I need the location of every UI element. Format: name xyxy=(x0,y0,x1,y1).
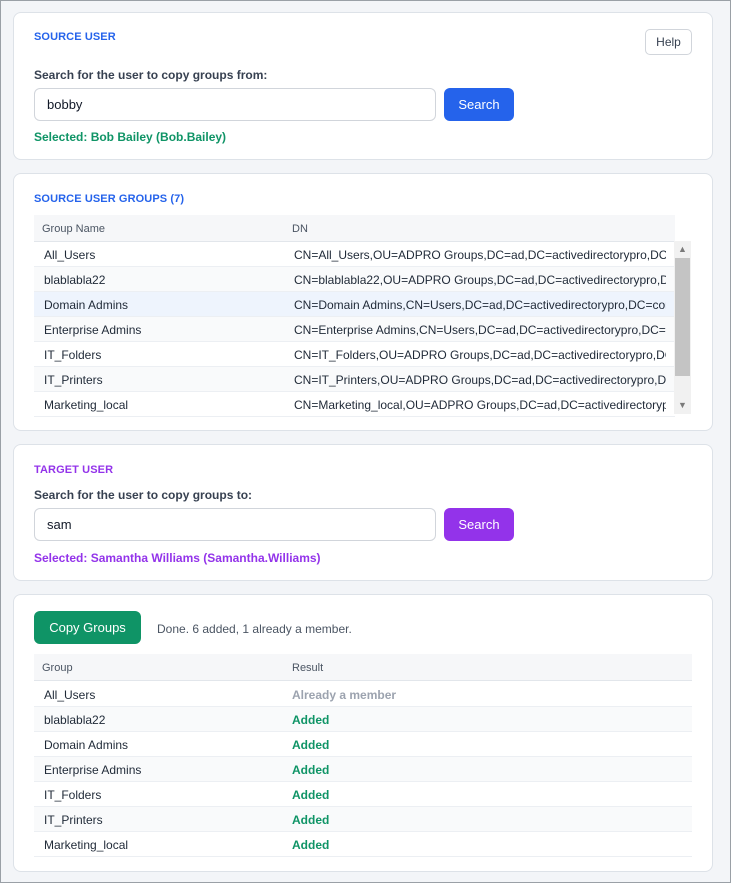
chevron-up-icon[interactable]: ▲ xyxy=(674,241,691,258)
status-added: Added xyxy=(292,763,330,777)
table-row: IT_Folders Added xyxy=(34,782,692,807)
table-row[interactable]: IT_Folders CN=IT_Folders,OU=ADPRO Groups,… xyxy=(34,342,675,367)
target-user-card: TARGET USER Search for the user to copy … xyxy=(13,444,713,581)
status-added: Added xyxy=(292,713,330,727)
copy-status-text: Done. 6 added, 1 already a member. xyxy=(157,622,352,636)
group-dn-cell: CN=All_Users,OU=ADPRO Groups,DC=ad,DC=ac… xyxy=(294,248,666,262)
source-user-title: SOURCE USER xyxy=(34,31,116,43)
group-dn-cell: CN=IT_Printers,OU=ADPRO Groups,DC=ad,DC=… xyxy=(294,373,666,387)
table-row: IT_Printers Added xyxy=(34,807,692,832)
result-group-cell: blablabla22 xyxy=(44,713,106,727)
target-search-label: Search for the user to copy groups to: xyxy=(34,488,253,502)
results-col-group: Group xyxy=(42,662,73,674)
group-dn-cell: CN=Domain Admins,CN=Users,DC=ad,DC=activ… xyxy=(294,298,666,312)
table-row: Enterprise Admins Added xyxy=(34,757,692,782)
group-dn-cell: CN=Enterprise Admins,CN=Users,DC=ad,DC=a… xyxy=(294,323,666,337)
table-row[interactable]: IT_Printers CN=IT_Printers,OU=ADPRO Group… xyxy=(34,367,675,392)
table-row[interactable]: All_Users CN=All_Users,OU=ADPRO Groups,DC… xyxy=(34,242,675,267)
result-group-cell: Enterprise Admins xyxy=(44,763,142,777)
source-selected-user: Selected: Bob Bailey (Bob.Bailey) xyxy=(34,130,227,144)
target-user-title: TARGET USER xyxy=(34,464,114,476)
table-row: blablabla22 Added xyxy=(34,707,692,732)
result-group-cell: Marketing_local xyxy=(44,838,129,852)
source-search-input[interactable]: bobby xyxy=(34,88,436,121)
group-dn-cell: CN=Marketing_local,OU=ADPRO Groups,DC=ad… xyxy=(294,398,666,412)
groups-scrollbar[interactable]: ▲ ▼ xyxy=(674,241,691,414)
source-search-label: Search for the user to copy groups from: xyxy=(34,68,268,82)
chevron-down-icon[interactable]: ▼ xyxy=(674,397,691,414)
table-row[interactable]: Marketing_local CN=Marketing_local,OU=ADP… xyxy=(34,392,675,417)
group-name-cell: Marketing_local xyxy=(44,398,129,412)
target-search-button[interactable]: Search xyxy=(444,508,514,541)
source-user-card: SOURCE USER Help Search for the user to … xyxy=(13,12,713,160)
groups-col-name: Group Name xyxy=(42,223,105,235)
table-row[interactable]: Enterprise Admins CN=Enterprise Admins,CN… xyxy=(34,317,675,342)
status-added: Added xyxy=(292,738,330,752)
group-name-cell: blablabla22 xyxy=(44,273,106,287)
groups-scrollbar-thumb[interactable] xyxy=(675,258,690,376)
source-groups-title: SOURCE USER GROUPS (7) xyxy=(34,193,185,205)
group-name-cell: Domain Admins xyxy=(44,298,129,312)
group-name-cell: IT_Printers xyxy=(44,373,103,387)
source-search-button[interactable]: Search xyxy=(444,88,514,121)
groups-col-dn: DN xyxy=(292,223,308,235)
table-row: Marketing_local Added xyxy=(34,832,692,857)
status-added: Added xyxy=(292,838,330,852)
group-name-cell: Enterprise Admins xyxy=(44,323,142,337)
table-row: All_Users Already a member xyxy=(34,682,692,707)
group-name-cell: All_Users xyxy=(44,248,96,262)
groups-table-header: Group Name DN xyxy=(34,215,675,242)
help-button[interactable]: Help xyxy=(645,29,692,55)
group-dn-cell: CN=IT_Folders,OU=ADPRO Groups,DC=ad,DC=a… xyxy=(294,348,666,362)
table-row[interactable]: Domain Admins CN=Domain Admins,CN=Users,D… xyxy=(34,292,675,317)
status-already-member: Already a member xyxy=(292,688,397,702)
group-name-cell: IT_Folders xyxy=(44,348,102,362)
table-row[interactable]: blablabla22 CN=blablabla22,OU=ADPRO Group… xyxy=(34,267,675,292)
group-dn-cell: CN=blablabla22,OU=ADPRO Groups,DC=ad,DC=… xyxy=(294,273,666,287)
status-added: Added xyxy=(292,813,330,827)
result-group-cell: IT_Folders xyxy=(44,788,102,802)
target-selected-user: Selected: Samantha Williams (Samantha.Wi… xyxy=(34,551,321,565)
copy-groups-button[interactable]: Copy Groups xyxy=(34,611,141,644)
result-group-cell: All_Users xyxy=(44,688,96,702)
table-row: Domain Admins Added xyxy=(34,732,692,757)
results-table-header: Group Result xyxy=(34,654,692,681)
results-col-result: Result xyxy=(292,662,324,674)
result-group-cell: IT_Printers xyxy=(44,813,103,827)
status-added: Added xyxy=(292,788,330,802)
target-search-input[interactable]: sam xyxy=(34,508,436,541)
source-groups-card: SOURCE USER GROUPS (7) Group Name DN All… xyxy=(13,173,713,431)
result-group-cell: Domain Admins xyxy=(44,738,129,752)
copy-card: Copy Groups Done. 6 added, 1 already a m… xyxy=(13,594,713,872)
